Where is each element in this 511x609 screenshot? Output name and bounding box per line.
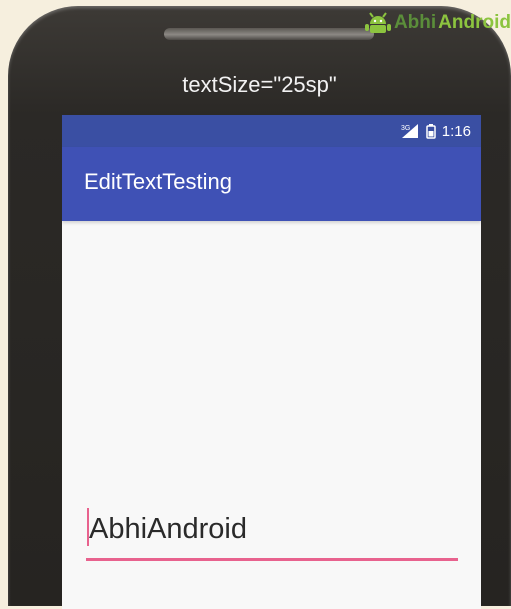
signal-icon: 3G (401, 124, 418, 138)
battery-icon (426, 124, 436, 139)
watermark-abhi: Abhi (393, 12, 437, 33)
text-cursor (87, 508, 89, 546)
watermark-android: Android (438, 12, 511, 33)
edit-text-field[interactable] (86, 501, 458, 561)
phone-speaker (164, 28, 374, 40)
abhiandroid-watermark: Abhi Android (364, 10, 511, 36)
status-bar: 3G 1:16 (62, 115, 481, 147)
phone-frame: textSize="25sp" 3G 1:16 EditTextTesting (8, 6, 511, 609)
device-screen: 3G 1:16 EditTextTesting (62, 115, 481, 609)
status-time: 1:16 (441, 122, 471, 140)
activity-content (62, 221, 481, 609)
app-toolbar: EditTextTesting (62, 147, 481, 221)
svg-text:3G: 3G (401, 125, 410, 132)
text-size-label: textSize="25sp" (182, 72, 337, 97)
android-robot-icon (364, 12, 391, 33)
toolbar-title: EditTextTesting (84, 169, 232, 194)
